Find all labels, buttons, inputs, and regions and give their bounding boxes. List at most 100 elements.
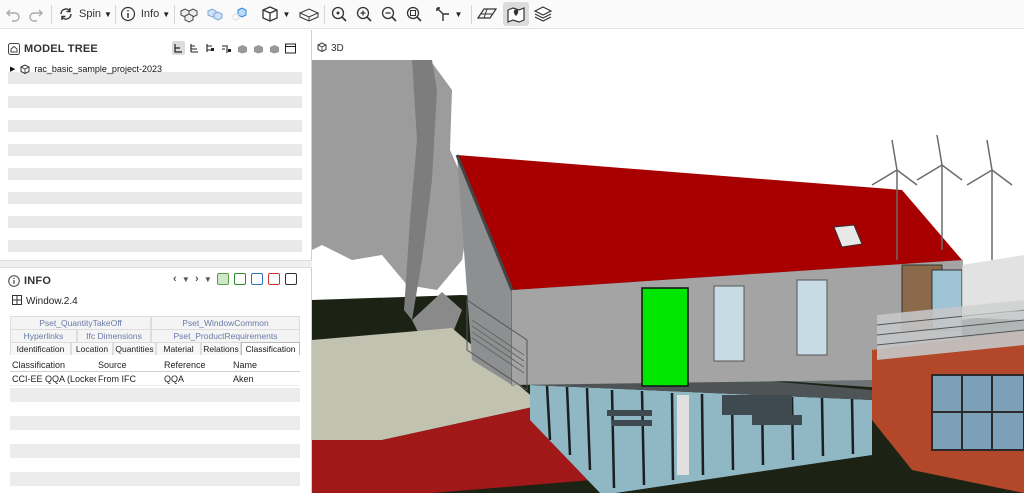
highlight-icon[interactable] — [217, 273, 229, 285]
panel-splitter[interactable] — [0, 260, 312, 268]
tree-type-icon[interactable] — [188, 41, 201, 55]
view-cube-dropdown[interactable]: ▼ — [257, 2, 293, 26]
isolate-cube-icon[interactable] — [230, 2, 252, 26]
toolbar-divider — [324, 5, 325, 24]
chevron-down-icon: ▼ — [454, 9, 463, 19]
zoom-selection-icon[interactable] — [403, 2, 425, 26]
table-cell: QQA — [164, 373, 185, 384]
table-row[interactable]: CCI-EE QQA (Locked) From IFC QQA Aken — [10, 372, 300, 386]
element-grid-icon — [12, 295, 22, 308]
tab-identification[interactable]: Identification — [10, 342, 71, 355]
toolbar-divider — [471, 5, 472, 24]
toolbar-divider — [51, 5, 52, 24]
viewport-header: 3D — [317, 42, 344, 55]
project-icon — [20, 64, 30, 74]
element-name: Window.2.4 — [26, 296, 78, 307]
column — [677, 395, 689, 475]
chevron-down-icon: ▼ — [282, 9, 291, 19]
tab-location[interactable]: Location — [71, 342, 113, 355]
left-panel: MODEL TREE ▶ rac_basic_sample_project-20… — [0, 30, 312, 493]
tree-box-icon[interactable] — [236, 41, 249, 55]
add-blue-icon[interactable] — [251, 273, 263, 285]
table-cell: CCI-EE QQA (Locked) — [12, 373, 96, 384]
building-model[interactable] — [312, 60, 1024, 493]
3d-viewport[interactable]: 3D — [312, 30, 1024, 493]
tab-quantities[interactable]: Quantities — [113, 342, 156, 355]
chevron-left-icon[interactable]: ‹ — [173, 273, 177, 285]
info-nav: ‹ ▼ › ▼ — [173, 273, 297, 285]
remove-red-icon[interactable] — [268, 273, 280, 285]
transparent-boxes-icon[interactable] — [204, 2, 226, 26]
toolbar-divider — [174, 5, 175, 24]
redo-icon[interactable] — [27, 2, 45, 26]
tabs-row-2: Hyperlinks Ifc Dimensions Pset_ProductRe… — [10, 329, 300, 342]
window[interactable] — [713, 285, 745, 362]
tab-material[interactable]: Material — [156, 342, 201, 355]
tab-relations[interactable]: Relations — [201, 342, 241, 355]
tab-pset-productrequirements[interactable]: Pset_ProductRequirements — [151, 329, 300, 342]
section-box-icon[interactable] — [297, 2, 321, 26]
spin-button[interactable]: Spin ▼ — [58, 2, 112, 26]
selected-window[interactable] — [641, 287, 689, 387]
chevron-down-icon: ▼ — [104, 9, 112, 19]
undo-icon[interactable] — [4, 2, 22, 26]
tab-pset-windowcommon[interactable]: Pset_WindowCommon — [151, 316, 300, 329]
group-boxes-icon[interactable] — [178, 2, 200, 26]
rotate-icon — [60, 8, 72, 20]
zoom-fit-icon[interactable] — [328, 2, 350, 26]
chevron-down-icon[interactable]: ▼ — [204, 275, 212, 284]
column-header[interactable]: Reference — [162, 360, 231, 370]
tree-box-icon[interactable] — [252, 41, 265, 55]
chevron-right-icon[interactable]: › — [195, 273, 199, 285]
info-header: INFO ‹ ▼ › ▼ — [8, 270, 303, 292]
table-cell: From IFC — [98, 373, 136, 384]
cube-icon — [317, 42, 327, 55]
expand-arrow-icon[interactable]: ▶ — [10, 65, 15, 73]
zoom-out-icon[interactable] — [378, 2, 400, 26]
tab-ifc-dimensions[interactable]: Ifc Dimensions — [77, 329, 151, 342]
measure-dropdown[interactable]: ▼ — [429, 2, 467, 26]
main-toolbar: Spin ▼ Info ▼ ▼ ▼ — [0, 0, 1024, 29]
tree-hierarchy-icon[interactable] — [172, 41, 185, 55]
chevron-down-icon: ▼ — [162, 9, 171, 19]
window[interactable] — [796, 279, 828, 356]
tab-hyperlinks[interactable]: Hyperlinks — [10, 329, 77, 342]
model-tree-list — [8, 60, 302, 258]
tree-group-icon[interactable] — [220, 41, 233, 55]
tabs-row-3: Identification Location Quantities Mater… — [10, 342, 300, 355]
tab-classification[interactable]: Classification — [241, 342, 300, 355]
zoom-in-icon[interactable] — [353, 2, 375, 26]
column-header[interactable]: Source — [96, 360, 162, 370]
spin-label: Spin — [79, 8, 102, 20]
measure-icon — [435, 7, 449, 21]
plan-view-icon[interactable] — [475, 2, 499, 26]
chevron-down-icon[interactable]: ▼ — [182, 275, 190, 284]
viewport-title: 3D — [331, 43, 344, 54]
panel-window-icon[interactable] — [285, 273, 297, 285]
tabs-row-1: Pset_QuantityTakeOff Pset_WindowCommon — [10, 316, 300, 329]
info-icon — [120, 6, 135, 22]
info-circle-icon — [8, 275, 20, 287]
map-pin-icon[interactable] — [503, 2, 529, 26]
column-header[interactable]: Classification — [10, 360, 96, 370]
table-header: Classification Source Reference Name — [10, 358, 300, 372]
tree-item-root[interactable]: ▶ rac_basic_sample_project-2023 — [10, 64, 162, 74]
cube-icon — [261, 6, 278, 22]
column-header[interactable]: Name — [231, 360, 300, 370]
table-empty-rows — [10, 388, 300, 488]
classification-table: Classification Source Reference Name CCI… — [10, 358, 300, 386]
model-tree-header: MODEL TREE — [8, 38, 303, 60]
model-tree-title: MODEL TREE — [24, 43, 98, 55]
tab-pset-quantitytakeoff[interactable]: Pset_QuantityTakeOff — [10, 316, 151, 329]
table-cell: Aken — [233, 373, 254, 384]
info-title: INFO — [24, 275, 52, 287]
toolbar-divider — [115, 5, 116, 24]
tree-box-icon[interactable] — [268, 41, 281, 55]
info-button[interactable]: Info ▼ — [119, 2, 171, 26]
model-tree-tools — [172, 41, 297, 55]
add-green-icon[interactable] — [234, 273, 246, 285]
tree-storey-icon[interactable] — [204, 41, 217, 55]
layers-icon[interactable] — [531, 2, 555, 26]
panel-window-icon[interactable] — [284, 41, 297, 55]
selected-element: Window.2.4 — [12, 295, 78, 308]
